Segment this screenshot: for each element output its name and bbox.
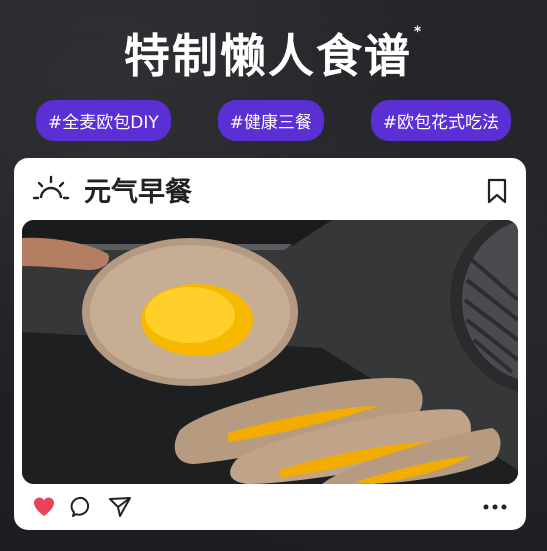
- tag-row: #全麦欧包DIY #健康三餐 #欧包花式吃法: [36, 100, 511, 141]
- send-icon[interactable]: [108, 495, 132, 519]
- title-mark: *: [413, 24, 424, 40]
- more-icon[interactable]: [482, 498, 508, 516]
- page-title-text: 特制懒人食谱: [123, 29, 412, 83]
- tag-bread-recipes[interactable]: #欧包花式吃法: [370, 100, 511, 141]
- sunrise-icon: [32, 175, 70, 200]
- card-title: 元气早餐: [84, 176, 192, 208]
- tag-whole-wheat-diy[interactable]: #全麦欧包DIY: [36, 100, 171, 141]
- food-photo: [22, 220, 518, 484]
- heart-icon[interactable]: [32, 495, 56, 519]
- bread-image: [22, 220, 518, 484]
- bookmark-icon[interactable]: [486, 178, 508, 204]
- card-header: 元气早餐: [14, 158, 526, 220]
- tag-healthy-meals[interactable]: #健康三餐: [217, 100, 324, 141]
- page-title: 特制懒人食谱 *: [0, 20, 547, 86]
- comment-icon[interactable]: [70, 495, 94, 519]
- card-actions: [14, 484, 526, 530]
- post-card: 元气早餐: [14, 158, 526, 530]
